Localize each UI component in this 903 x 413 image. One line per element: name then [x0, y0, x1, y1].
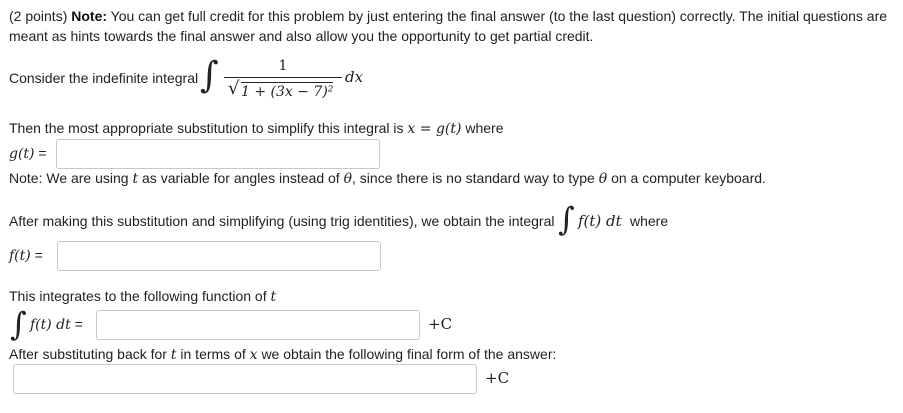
integrates-integrand: f(t) dt — [30, 317, 71, 333]
final-after: we obtain the following final form of th… — [261, 346, 557, 362]
integrates-text: This integrates to the following functio… — [9, 288, 267, 304]
note-text: You can get full credit for this problem… — [9, 8, 888, 44]
substitution-where: where — [465, 120, 504, 136]
after-sub-integrand: f(t) dt — [578, 212, 622, 230]
final-mid: in terms of — [180, 346, 246, 362]
note2-theta2: θ — [598, 171, 608, 187]
integral-sign: ∫ — [200, 55, 219, 96]
note-label: Note: — [71, 8, 108, 24]
final-text: After substituting back for t in terms o… — [9, 346, 556, 363]
final-t: t — [170, 347, 177, 363]
note2-end: on a computer keyboard. — [611, 170, 766, 186]
f-input[interactable] — [57, 241, 381, 271]
g-label: g(t) — [9, 146, 35, 162]
plus-c-2: +C — [485, 369, 510, 387]
final-x: x — [249, 347, 258, 363]
points-label: (2 points) — [9, 8, 72, 24]
integrates-lhs: f(t) dt = — [30, 316, 83, 333]
f-label-row: f(t) = — [9, 247, 43, 264]
f-label: f(t) — [9, 248, 31, 264]
integral-sign-3: ∫ — [10, 305, 27, 343]
sqrt-symbol: √ — [228, 78, 240, 99]
consider-label: Consider the indefinite integral — [9, 70, 199, 86]
dx-label: dx — [345, 68, 364, 86]
g-label-row: g(t) = — [9, 145, 47, 162]
g-equals: = — [38, 145, 47, 161]
f-equals: = — [34, 247, 43, 263]
integrates-text-row: This integrates to the following functio… — [9, 288, 276, 305]
intro-paragraph: (2 points) Note: You can get full credit… — [9, 6, 894, 46]
g-input[interactable] — [56, 139, 380, 169]
substitution-sentence: Then the most appropriate substitution t… — [9, 120, 404, 136]
final-before: After substituting back for — [9, 346, 167, 362]
after-sub-where: where — [630, 213, 669, 229]
note2-theta: θ — [343, 171, 353, 187]
after-sub-text: After making this substitution and simpl… — [9, 213, 555, 229]
radical-content: 1 + (3x − 7)² — [241, 82, 334, 100]
substitution-text: Then the most appropriate substitution t… — [9, 120, 504, 137]
substitution-equation: x = g(t) — [407, 121, 462, 137]
integrates-t: t — [270, 289, 277, 305]
integrates-equals: = — [74, 316, 83, 332]
integral-sign-2: ∫ — [558, 200, 575, 238]
note2-after: , since there is no standard way to type — [352, 170, 595, 186]
antiderivative-input[interactable] — [96, 310, 420, 340]
note2-before: Note: We are using — [9, 170, 129, 186]
note2-mid: as variable for angles instead of — [142, 170, 340, 186]
fraction-denominator: √ 1 + (3x − 7)² — [224, 78, 342, 100]
note2-text: Note: We are using t as variable for ang… — [9, 170, 766, 187]
fraction: 1 √ 1 + (3x − 7)² — [224, 58, 342, 100]
fraction-numerator: 1 — [278, 58, 288, 74]
final-answer-input[interactable] — [13, 364, 477, 394]
plus-c-1: +C — [428, 315, 453, 333]
note2-t: t — [132, 171, 139, 187]
